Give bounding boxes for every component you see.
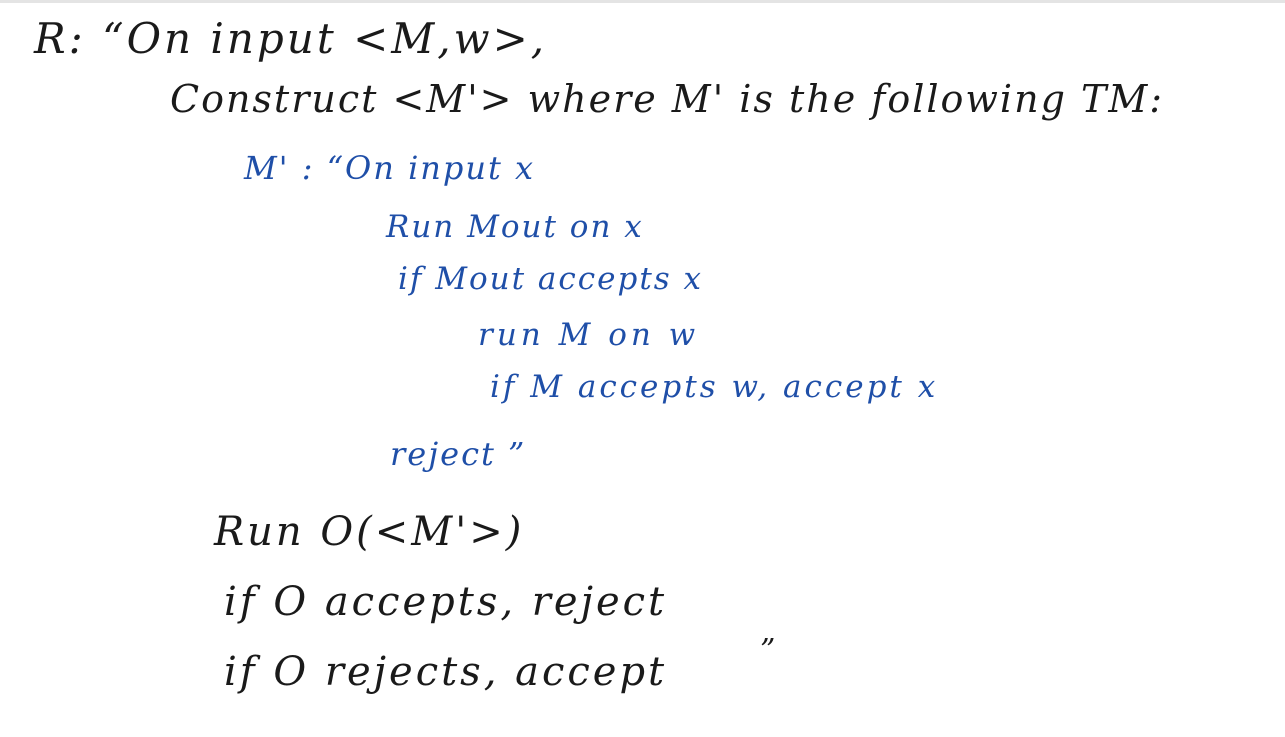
if-oracle-rejects-line: if O rejects, accept — [224, 649, 668, 695]
reject-line: reject ” — [390, 435, 527, 473]
top-border — [0, 0, 1285, 3]
if-oracle-accepts-line: if O accepts, reject — [224, 579, 668, 625]
if-m-accepts-line: if M accepts w, accept x — [490, 369, 939, 405]
run-mout-line: Run Mout on x — [386, 209, 644, 245]
run-oracle-line: Run O(<M'>) — [214, 509, 525, 555]
closing-quote: ” — [760, 633, 776, 668]
m-prime-header-line: M' : “On input x — [244, 149, 536, 187]
reduction-header-line: R: “On input <M,w>, — [34, 14, 548, 63]
run-m-on-w-line: run M on w — [478, 317, 700, 353]
construct-line: Construct <M'> where M' is the following… — [170, 77, 1165, 121]
if-mout-accepts-line: if Mout accepts x — [398, 261, 704, 297]
